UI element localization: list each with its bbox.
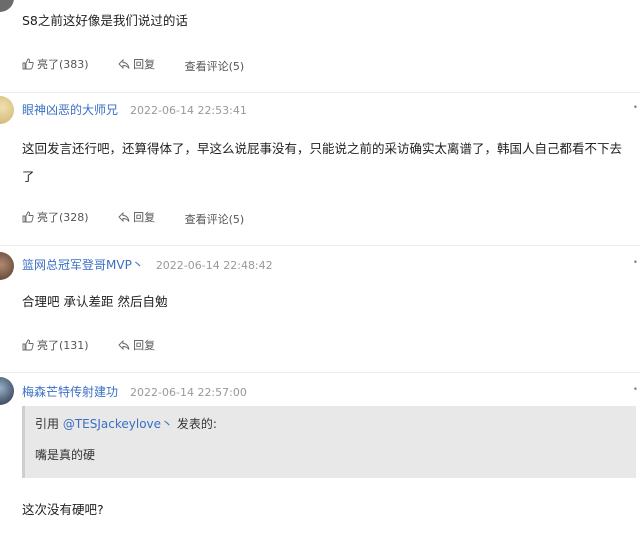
comment-text: 这次没有硬吧? bbox=[22, 502, 104, 517]
view-replies-link[interactable]: 查看评论(5) bbox=[185, 211, 245, 227]
reply-button[interactable]: 回复 bbox=[118, 56, 155, 72]
thumbs-up-icon bbox=[22, 211, 34, 223]
like-button[interactable]: 亮了(131) bbox=[22, 337, 89, 353]
quote-block: 引用 @TESJackeylove丶 发表的: 嘴是真的硬 bbox=[22, 406, 636, 478]
avatar[interactable] bbox=[0, 96, 14, 124]
username[interactable]: 篮网总冠军登哥MVP丶 bbox=[22, 258, 144, 272]
thumbs-up-icon bbox=[22, 58, 34, 70]
reply-label: 回复 bbox=[133, 211, 156, 224]
quoted-user-link[interactable]: @TESJackeylove丶 bbox=[63, 417, 173, 431]
reply-button[interactable]: 回复 bbox=[118, 337, 155, 353]
more-options-icon[interactable]: • bbox=[633, 103, 638, 113]
timestamp: 2022-06-14 22:48:42 bbox=[155, 259, 273, 272]
comment-actions: 亮了(131) 回复 bbox=[22, 337, 181, 354]
reply-label: 回复 bbox=[133, 339, 156, 352]
like-button[interactable]: 亮了(328) bbox=[22, 209, 89, 225]
reply-icon bbox=[118, 211, 130, 223]
reply-button[interactable]: 回复 bbox=[118, 209, 155, 225]
quote-text: 嘴是真的硬 bbox=[35, 448, 96, 462]
view-replies-link[interactable]: 查看评论(5) bbox=[185, 58, 245, 74]
reply-icon bbox=[118, 339, 130, 351]
more-options-icon[interactable]: • bbox=[633, 258, 638, 268]
comment-actions: 亮了(383) 回复 查看评论(5) bbox=[22, 56, 270, 74]
divider bbox=[0, 92, 640, 93]
quote-prefix: 引用 bbox=[35, 417, 60, 431]
like-button[interactable]: 亮了(383) bbox=[22, 56, 89, 72]
comment-actions: 亮了(328) 回复 查看评论(5) bbox=[22, 209, 270, 227]
reply-label: 回复 bbox=[133, 58, 156, 71]
quote-suffix: 发表的: bbox=[176, 417, 217, 431]
avatar[interactable] bbox=[0, 0, 14, 12]
divider bbox=[0, 372, 640, 373]
timestamp: 2022-06-14 22:53:41 bbox=[130, 104, 247, 117]
like-count: 亮了(328) bbox=[37, 211, 89, 224]
avatar[interactable] bbox=[0, 377, 14, 405]
comment-header: 梅森芒特传射建功 2022-06-14 22:57:00 bbox=[22, 383, 247, 400]
comment-text: 合理吧 承认差距 然后自勉 bbox=[22, 294, 168, 309]
like-count: 亮了(131) bbox=[37, 339, 89, 352]
avatar[interactable] bbox=[0, 252, 14, 280]
thumbs-up-icon bbox=[22, 339, 34, 351]
username[interactable]: 眼神凶恶的大师兄 bbox=[22, 103, 118, 117]
comment-text: S8之前这好像是我们说过的话 bbox=[22, 13, 188, 28]
more-options-icon[interactable]: • bbox=[633, 385, 638, 395]
username[interactable]: 梅森芒特传射建功 bbox=[22, 385, 118, 399]
timestamp: 2022-06-14 22:57:00 bbox=[130, 386, 247, 399]
comment-text: 这回发言还行吧，还算得体了，早这么说屁事没有，只能说之前的采访确实太离谱了，韩国… bbox=[22, 141, 623, 184]
comment-header: 眼神凶恶的大师兄 2022-06-14 22:53:41 bbox=[22, 101, 247, 118]
comment-header: 篮网总冠军登哥MVP丶 2022-06-14 22:48:42 bbox=[22, 256, 273, 273]
divider bbox=[0, 245, 640, 246]
like-count: 亮了(383) bbox=[37, 58, 89, 71]
reply-icon bbox=[118, 58, 130, 70]
quote-header: 引用 @TESJackeylove丶 发表的: bbox=[35, 415, 217, 432]
